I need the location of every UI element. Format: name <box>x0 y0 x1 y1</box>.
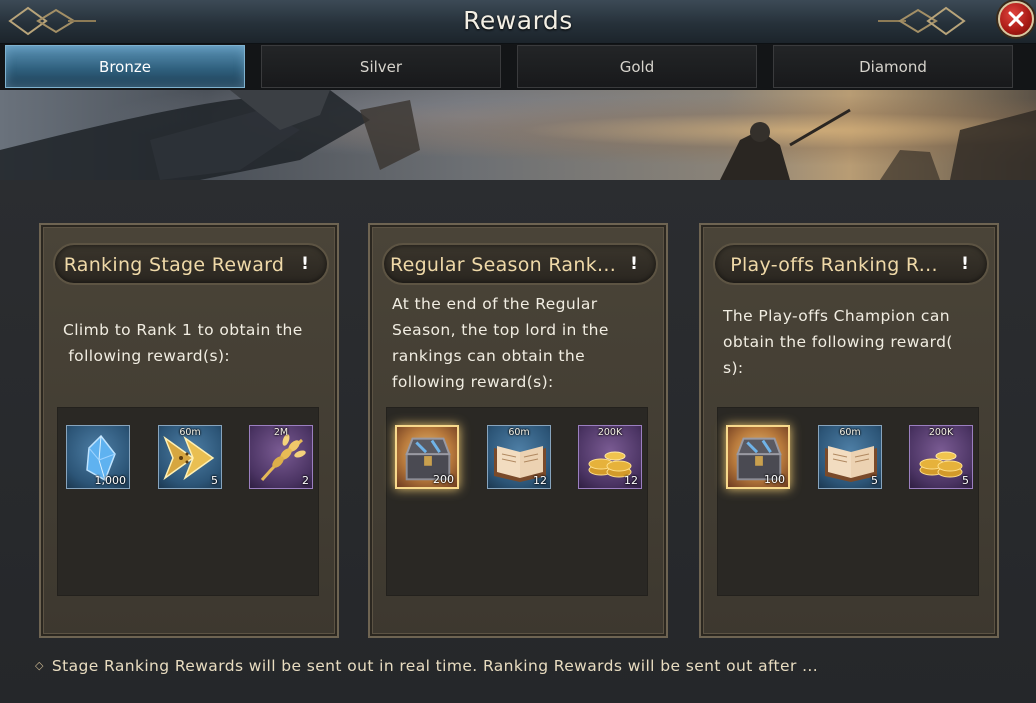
reward-tag: 2M <box>273 427 289 438</box>
reward-quantity: 200 <box>433 473 454 486</box>
card-header: Ranking Stage Reward ! <box>53 243 329 285</box>
reward-tag: 200K <box>928 427 954 438</box>
footer-note: ◇ Stage Ranking Rewards will be sent out … <box>35 657 819 675</box>
reward-item[interactable]: 200 <box>395 425 459 489</box>
reward-item[interactable]: 1,000 <box>66 425 130 489</box>
close-button[interactable] <box>998 1 1034 37</box>
tab-diamond[interactable]: Diamond <box>773 45 1013 88</box>
reward-list: 1,000 60m 5 2M 2 <box>57 407 319 596</box>
info-icon[interactable]: ! <box>955 254 975 274</box>
reward-quantity: 12 <box>624 474 638 487</box>
reward-tag: 60m <box>179 427 201 438</box>
reward-tag: 60m <box>839 427 861 438</box>
reward-item[interactable]: 200K 5 <box>909 425 973 489</box>
tab-bar: Bronze Silver Gold Diamond <box>0 44 1036 90</box>
card-title: Regular Season Rank... <box>389 254 617 276</box>
right-ornament-icon <box>878 6 966 36</box>
card-header: Regular Season Rank... ! <box>382 243 658 285</box>
card-description: Climb to Rank 1 to obtain the following … <box>63 321 303 365</box>
reward-item[interactable]: 60m 5 <box>158 425 222 489</box>
info-icon[interactable]: ! <box>295 254 315 274</box>
ranking-stage-reward-card: Ranking Stage Reward ! Climb to Rank 1 t… <box>39 223 339 638</box>
main-panel: Ranking Stage Reward ! Climb to Rank 1 t… <box>0 180 1036 703</box>
tab-silver[interactable]: Silver <box>261 45 501 88</box>
playoffs-ranking-card: Play-offs Ranking R... ! The Play-offs C… <box>699 223 999 638</box>
reward-quantity: 1,000 <box>94 474 127 487</box>
reward-item[interactable]: 2M 2 <box>249 425 313 489</box>
card-header: Play-offs Ranking R... ! <box>713 243 989 285</box>
reward-tag: 60m <box>508 427 530 438</box>
reward-item[interactable]: 200K 12 <box>578 425 642 489</box>
diamond-bullet-icon: ◇ <box>35 659 44 672</box>
card-title: Play-offs Ranking R... <box>730 254 938 276</box>
reward-tag: 200K <box>597 427 623 438</box>
reward-quantity: 100 <box>764 473 785 486</box>
regular-season-ranking-card: Regular Season Rank... ! At the end of t… <box>368 223 668 638</box>
close-icon <box>1008 11 1024 27</box>
reward-quantity: 2 <box>302 474 309 487</box>
card-description: The Play-offs Champion can obtain the fo… <box>723 307 953 377</box>
reward-item[interactable]: 60m 12 <box>487 425 551 489</box>
reward-list: 100 60m 5 200K 5 <box>717 407 979 596</box>
reward-quantity: 5 <box>871 474 878 487</box>
tab-gold[interactable]: Gold <box>517 45 757 88</box>
reward-quantity: 12 <box>533 474 547 487</box>
reward-item[interactable]: 100 <box>726 425 790 489</box>
reward-quantity: 5 <box>211 474 218 487</box>
info-icon[interactable]: ! <box>624 254 644 274</box>
tab-bronze[interactable]: Bronze <box>5 45 245 88</box>
reward-list: 200 60m 12 200K 12 <box>386 407 648 596</box>
card-title: Ranking Stage Reward <box>63 254 285 276</box>
reward-item[interactable]: 60m 5 <box>818 425 882 489</box>
title-bar: Rewards <box>0 0 1036 44</box>
reward-quantity: 5 <box>962 474 969 487</box>
banner-image <box>0 90 1036 180</box>
card-description: At the end of the Regular Season, the to… <box>392 295 609 391</box>
